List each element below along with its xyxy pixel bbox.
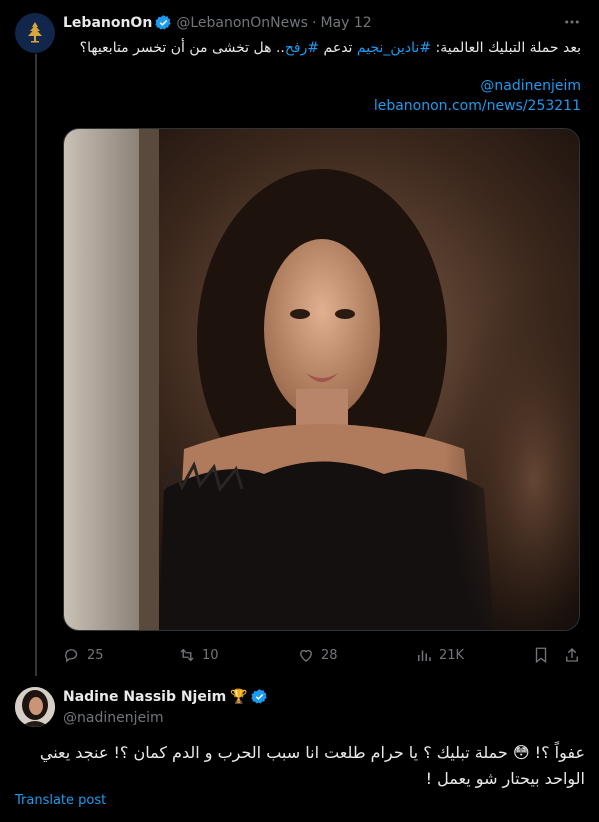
translate-post-link[interactable]: Translate post	[15, 793, 106, 808]
trophy-icon: 🏆	[230, 688, 248, 705]
views-chart-icon	[418, 650, 431, 661]
more-icon	[565, 20, 579, 24]
tweet-text-part: تدعم	[319, 40, 357, 56]
handle[interactable]: @LebanonOnNews	[176, 15, 308, 31]
share-button[interactable]	[563, 646, 581, 664]
reply-icon	[65, 649, 78, 663]
display-name[interactable]: Nadine Nassib Njeim	[63, 689, 226, 705]
views-count: 21K	[439, 647, 465, 663]
like-button[interactable]: 28	[297, 646, 338, 664]
display-name[interactable]: LebanonOn	[63, 15, 152, 31]
reply-button[interactable]: 25	[63, 646, 104, 664]
tweet-nadinenjeim[interactable]: Nadine Nassib Njeim 🏆 @nadinenjeim عفواً…	[0, 676, 599, 822]
verified-badge-icon	[250, 689, 267, 704]
avatar-photo	[15, 687, 55, 727]
tweet-lebanonon[interactable]: LebanonOn @LebanonOnNews · May 12 بعد حم…	[0, 0, 599, 676]
tweet-text: بعد حملة التبليك العالمية: #نادين_نجيم ت…	[63, 38, 581, 58]
repost-button[interactable]: 10	[178, 646, 219, 664]
more-options-button[interactable]	[561, 12, 583, 32]
tweet-text-part: عفواً ؟!	[529, 743, 585, 762]
avatar-nadinenjeim[interactable]	[15, 687, 55, 727]
tweet-text-part: .. هل تخشى من أن تخسر متابعيها؟	[79, 40, 285, 56]
heart-icon	[300, 649, 312, 662]
verified-badge-icon	[155, 15, 171, 30]
display-name-row: Nadine Nassib Njeim 🏆	[63, 688, 272, 705]
share-icon	[566, 648, 578, 662]
mention-link[interactable]: @nadinenjeim	[480, 78, 581, 94]
post-photo[interactable]	[63, 128, 580, 631]
lebanon-cedar-icon	[28, 22, 42, 43]
hashtag-link[interactable]: #رفح	[285, 40, 319, 56]
tweet-text-part: حملة تبليك ؟ يا حرام طلعت انا سبب الحرب …	[39, 743, 585, 788]
article-url-link[interactable]: lebanonon.com/news/253211	[374, 98, 581, 114]
views-button[interactable]: 21K	[415, 646, 464, 664]
repost-icon	[180, 648, 194, 662]
handle[interactable]: @nadinenjeim	[63, 710, 164, 726]
bookmark-icon	[535, 647, 547, 664]
thread-connector-line	[35, 54, 37, 676]
like-count: 28	[321, 647, 338, 663]
tweet-header: LebanonOn @LebanonOnNews · May 12	[63, 14, 372, 31]
flushed-face-emoji: 😳	[512, 743, 530, 762]
tweet-actions-bar: 25 10 28 21K	[63, 646, 583, 666]
tweet-text: عفواً ؟! 😳 حملة تبليك ؟ يا حرام طلعت انا…	[15, 740, 585, 792]
hashtag-link[interactable]: #نادين_نجيم	[357, 40, 431, 56]
post-date[interactable]: May 12	[320, 15, 371, 31]
repost-count: 10	[202, 647, 219, 663]
tweet-header: Nadine Nassib Njeim 🏆	[63, 688, 272, 705]
bookmark-button[interactable]	[532, 646, 550, 664]
avatar-lebanonon[interactable]	[15, 13, 55, 53]
reply-count: 25	[87, 647, 104, 663]
header-separator: ·	[311, 14, 317, 31]
tweet-text-part: بعد حملة التبليك العالمية:	[431, 40, 582, 56]
photo-woman-portrait	[64, 129, 579, 630]
